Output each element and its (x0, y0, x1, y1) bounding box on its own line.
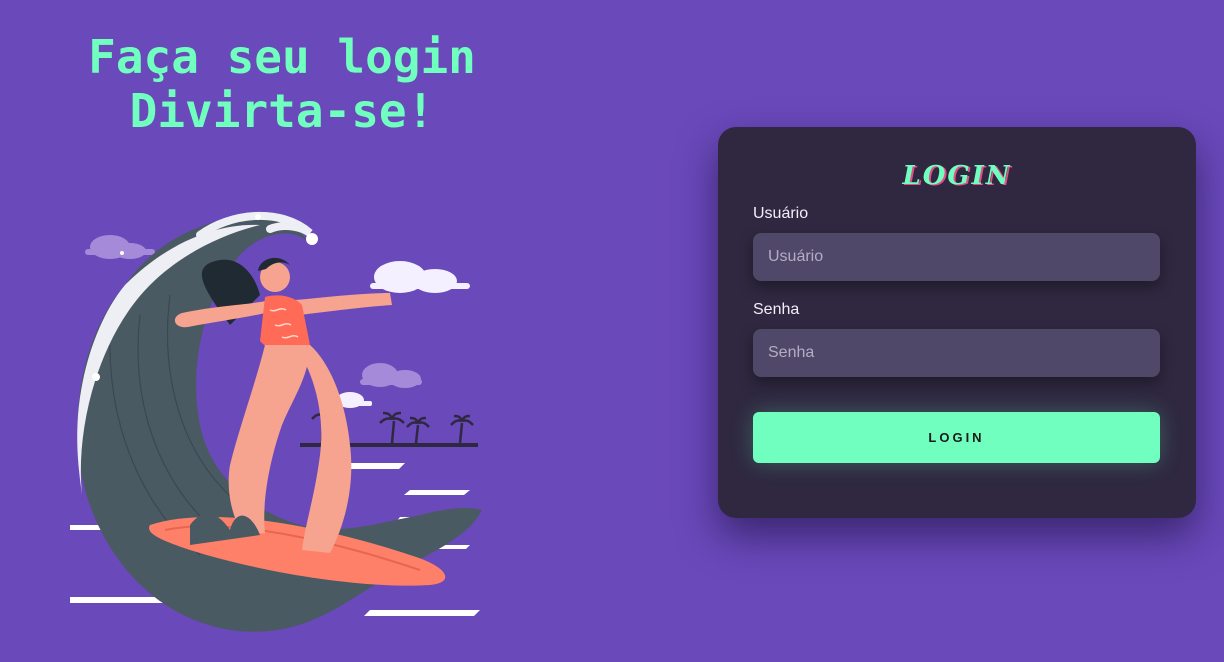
login-title: LOGIN (902, 161, 1012, 191)
hero-heading-line-2: Divirta-se! (129, 84, 435, 138)
cloud-icon (85, 235, 155, 259)
surfer-illustration (70, 212, 482, 632)
password-label: Senha (753, 301, 800, 318)
cloud-icon (370, 261, 470, 293)
login-card: LOGIN Usuário Senha LOGIN (718, 127, 1196, 518)
hero-heading-line-1: Faça seu login (88, 30, 476, 84)
username-label: Usuário (753, 205, 809, 222)
username-input[interactable] (753, 233, 1160, 281)
login-button[interactable]: LOGIN (753, 412, 1160, 463)
password-input[interactable] (753, 329, 1160, 377)
hero-heading: Faça seu login Divirta-se! (62, 30, 502, 138)
cloud-icon (360, 363, 422, 388)
